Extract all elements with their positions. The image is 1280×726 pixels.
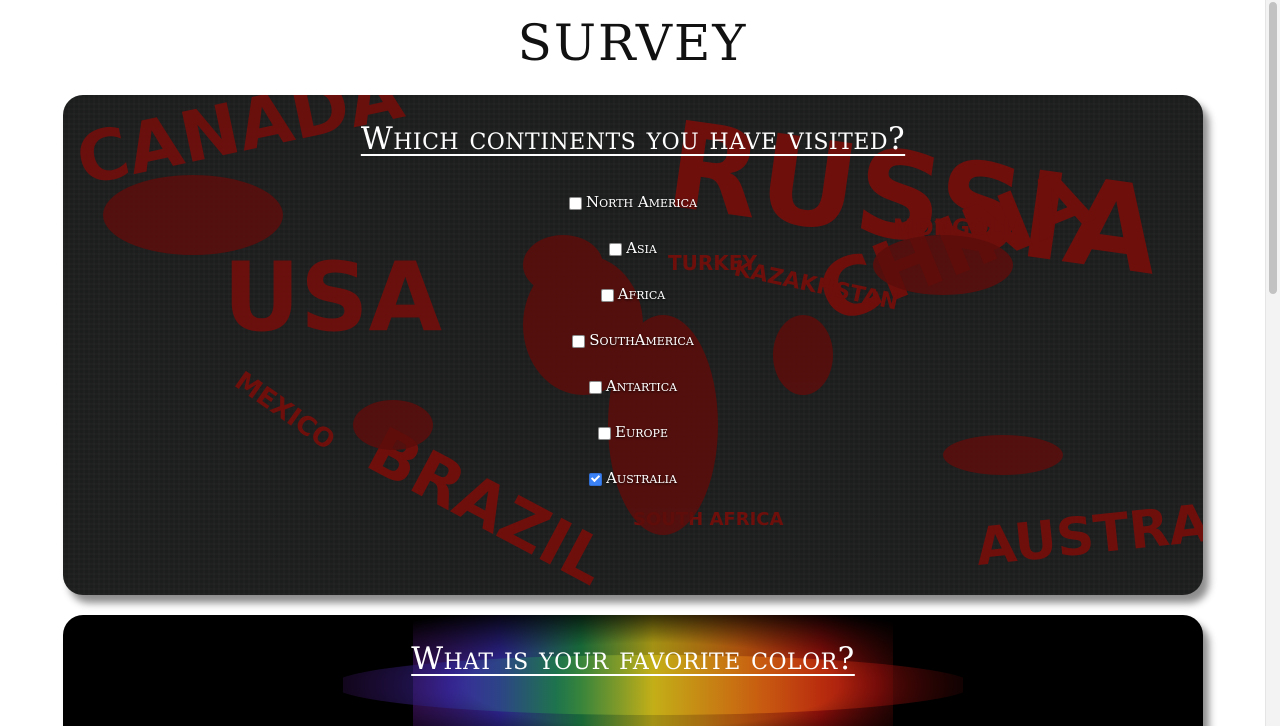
south-america-label: SouthAmerica <box>589 331 694 349</box>
north-america-checkbox-label[interactable]: North America <box>568 193 698 211</box>
south-america-checkbox[interactable] <box>572 334 586 348</box>
scrollbar-thumb[interactable] <box>1269 2 1277 294</box>
option-africa: Africa <box>63 285 1203 331</box>
europe-label: Europe <box>615 423 668 441</box>
europe-checkbox-label[interactable]: Europe <box>598 423 668 441</box>
south-america-checkbox-label[interactable]: SouthAmerica <box>572 331 694 349</box>
antartica-label: Antartica <box>605 377 678 395</box>
survey-page: SURVEY CANADA USA MEXICO RUSSIA CHINA MO… <box>0 0 1265 726</box>
australia-checkbox-label[interactable]: Australia <box>589 469 677 487</box>
option-south-america: SouthAmerica <box>63 331 1203 377</box>
africa-label: Africa <box>617 285 666 303</box>
north-america-checkbox[interactable] <box>568 196 582 210</box>
favorite-color-question: What is your favorite color? <box>411 641 855 677</box>
color-card: What is your favorite color? <box>63 615 1203 726</box>
option-antartica: Antartica <box>63 377 1203 423</box>
option-australia: Australia <box>63 469 1203 515</box>
north-america-label: North America <box>585 193 698 211</box>
asia-checkbox-label[interactable]: Asia <box>609 239 657 257</box>
continents-question: Which continents you have visited? <box>360 121 906 157</box>
continents-card: CANADA USA MEXICO RUSSIA CHINA MONGOLIA … <box>63 95 1203 595</box>
page-scrollbar[interactable] <box>1265 0 1280 726</box>
option-north-america: North America <box>63 193 1203 239</box>
africa-checkbox[interactable] <box>600 288 614 302</box>
page-title: SURVEY <box>517 14 748 72</box>
option-europe: Europe <box>63 423 1203 469</box>
asia-checkbox[interactable] <box>609 242 623 256</box>
asia-label: Asia <box>626 239 657 257</box>
australia-label: Australia <box>606 469 677 487</box>
australia-checkbox[interactable] <box>589 472 603 486</box>
antartica-checkbox-label[interactable]: Antartica <box>588 377 678 395</box>
europe-checkbox[interactable] <box>598 426 612 440</box>
antartica-checkbox[interactable] <box>588 380 602 394</box>
africa-checkbox-label[interactable]: Africa <box>600 285 666 303</box>
option-asia: Asia <box>63 239 1203 285</box>
continents-options: North America Asia Africa SouthAmerica A… <box>63 193 1203 515</box>
